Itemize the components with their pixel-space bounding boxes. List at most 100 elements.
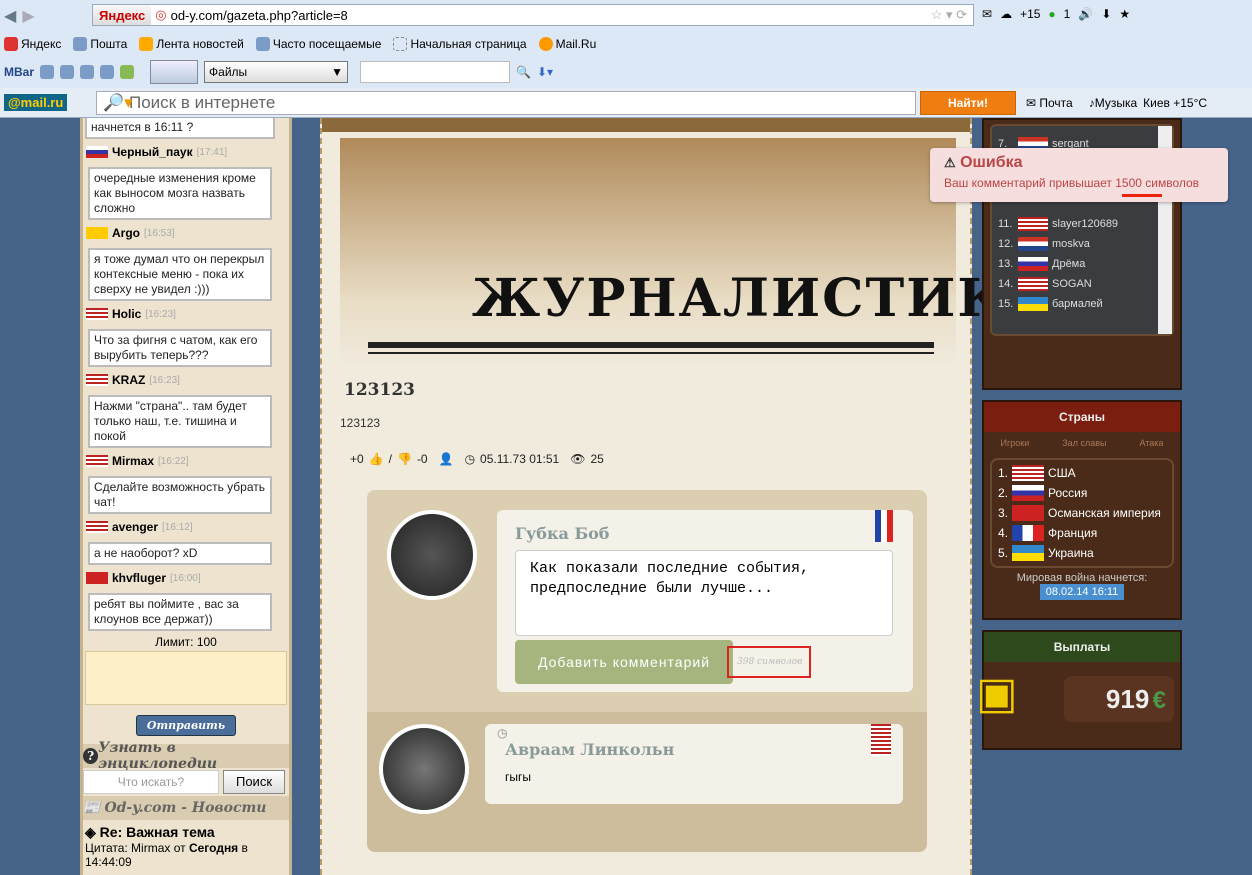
mbar-label[interactable]: MBar — [4, 65, 34, 79]
tab-attack[interactable]: Атака — [1139, 438, 1163, 448]
avatar[interactable] — [387, 510, 477, 600]
error-highlight — [1122, 194, 1162, 197]
mail-icon[interactable]: ✉ — [982, 7, 992, 21]
bookmark-start[interactable]: Начальная страница — [393, 37, 527, 51]
page-icon — [393, 37, 408, 51]
rating-row[interactable]: 11. slayer120689 — [992, 214, 1172, 234]
player-name: slayer120689 — [1052, 218, 1119, 230]
download-icon[interactable]: ⬇ — [1101, 7, 1111, 21]
home-icon[interactable] — [100, 65, 115, 79]
avatar[interactable] — [379, 724, 469, 814]
chat-user[interactable]: avenger — [112, 520, 158, 534]
news-title: Od-y.com - Новости — [104, 800, 267, 816]
encyclopedia-search-button[interactable]: Поиск — [223, 770, 285, 794]
mailru-logo[interactable]: @mail.ru — [4, 94, 68, 111]
star-icon[interactable]: ☆ ▾ ⟳ — [931, 7, 967, 23]
country-row[interactable]: 2. Россия — [998, 483, 1166, 503]
eye-icon: 👁 — [570, 452, 586, 466]
rating-row[interactable]: 13. Дрёма — [992, 254, 1172, 274]
country-name: Франция — [1048, 526, 1098, 540]
country-row[interactable]: 4. Франция — [998, 523, 1166, 543]
web-search-input[interactable]: 🔎▾ Поиск в интернете — [96, 91, 916, 115]
comment-textarea[interactable]: Как показали последние события, предпосл… — [515, 550, 893, 636]
mail-link[interactable]: ✉ Почта — [1026, 96, 1073, 110]
counter-icon[interactable]: ● — [1048, 7, 1055, 21]
thumbs-up-icon[interactable]: 👍 — [369, 452, 384, 466]
country-row[interactable]: 1. США — [998, 463, 1166, 483]
flag-icon — [86, 572, 108, 584]
comment-author[interactable]: Губка Боб — [515, 524, 609, 543]
chat-user[interactable]: Argo — [112, 226, 140, 240]
views-count: 25 — [590, 452, 604, 466]
encyclopedia-input[interactable]: Что искать? — [83, 770, 219, 794]
flag-icon — [1012, 505, 1045, 521]
war-label: Мировая война начнется: — [1016, 572, 1148, 584]
tab-hall-of-fame[interactable]: Зал славы — [1062, 438, 1106, 448]
toolbar-icon[interactable] — [40, 65, 55, 79]
flag-icon — [1012, 545, 1045, 561]
chat-user[interactable]: Holic — [112, 307, 141, 321]
mbar-search-input[interactable] — [360, 61, 511, 83]
forward-icon[interactable]: ▶ — [22, 6, 34, 26]
url-text[interactable]: od-y.com/gazeta.php?article=8 — [171, 8, 348, 23]
bookmark-poshta[interactable]: Пошта — [73, 37, 127, 51]
download-icon[interactable]: ⬇▾ — [537, 65, 553, 79]
hand-button[interactable] — [150, 60, 199, 84]
plus-icon[interactable] — [60, 65, 75, 79]
files-select[interactable]: Файлы ▼ — [204, 61, 349, 83]
sound-icon[interactable]: 🔊 — [1078, 7, 1093, 21]
thumbs-down-icon[interactable]: 👎 — [397, 452, 412, 466]
chat-input[interactable] — [85, 651, 287, 705]
flag-icon — [86, 308, 108, 320]
chat-time: [16:22] — [158, 455, 189, 467]
search-icon: 🔎▾ — [103, 93, 133, 112]
error-message: Ваш комментарий привышает 1500 символов — [944, 176, 1200, 190]
bookmark-frequent[interactable]: Часто посещаемые — [255, 37, 381, 51]
player-name: moskva — [1052, 238, 1090, 250]
country-row[interactable]: 3. Османская империя — [998, 503, 1166, 523]
tab-players[interactable]: Игроки — [1001, 438, 1030, 448]
address-bar[interactable]: Яндекс ◎ od-y.com/gazeta.php?article=8 ☆… — [92, 4, 974, 26]
yandex-button[interactable]: Яндекс — [93, 5, 152, 25]
chat-user[interactable]: Черный_паук — [112, 145, 193, 159]
country-name: Россия — [1048, 486, 1088, 500]
chat-user[interactable]: khvfluger — [112, 571, 166, 585]
send-button[interactable]: Отправить — [135, 715, 237, 736]
rating-row[interactable]: 12. moskva — [992, 234, 1172, 254]
toolbar-icon[interactable] — [80, 65, 95, 79]
flag-icon — [86, 146, 108, 158]
chat-user[interactable]: Mirmax — [112, 454, 154, 468]
rating-row[interactable]: 14. SOGAN — [992, 274, 1172, 294]
search-icon — [255, 37, 270, 51]
chat-time: [16:23] — [145, 308, 176, 320]
toolbar-icon[interactable] — [120, 65, 135, 79]
add-comment-button[interactable]: Добавить комментарий — [515, 640, 733, 684]
clock-icon: ◷ — [464, 452, 476, 466]
news-item[interactable]: ◈ Re: Важная тема Цитата: Mirmax от Сего… — [83, 820, 289, 873]
bookmark-mailru[interactable]: Mail.Ru — [538, 37, 596, 51]
weather-link[interactable]: Киев +15°C — [1143, 96, 1207, 110]
rating-row[interactable]: 15. бармалей — [992, 294, 1172, 314]
comments-block: Губка Боб Как показали последние события… — [367, 490, 927, 852]
country-row[interactable]: 5. Украина — [998, 543, 1166, 563]
encyclopedia-header: ? Узнать в энциклопедии — [83, 740, 289, 772]
chat-user[interactable]: KRAZ — [112, 373, 145, 387]
user-icon[interactable]: 👤 — [439, 452, 454, 466]
music-label: Музыка — [1094, 96, 1138, 110]
flag-icon — [1018, 297, 1048, 311]
chat-time: [16:12] — [162, 521, 193, 533]
chat-text: Сделайте возможность убрать чат! — [88, 476, 272, 514]
treasure-chest-icon: ▣ — [976, 669, 1018, 718]
back-icon[interactable]: ◀ — [4, 6, 16, 26]
find-button[interactable]: Найти! — [920, 91, 1016, 115]
music-link[interactable]: ♪Музыка — [1089, 96, 1137, 110]
comment-author[interactable]: Авраам Линкольн — [505, 740, 674, 759]
weather-icon[interactable]: ☁ — [1000, 7, 1012, 21]
flag-icon — [1018, 217, 1048, 231]
bookmark-yandex[interactable]: Яндекс — [4, 37, 61, 51]
yandex-icon — [4, 37, 18, 51]
news-item-title[interactable]: Re: Важная тема — [100, 824, 215, 840]
search-icon[interactable]: 🔍 — [516, 65, 531, 79]
bookmark-news[interactable]: Лента новостей — [139, 37, 244, 51]
bookmark-icon[interactable]: ★ — [1119, 7, 1130, 21]
